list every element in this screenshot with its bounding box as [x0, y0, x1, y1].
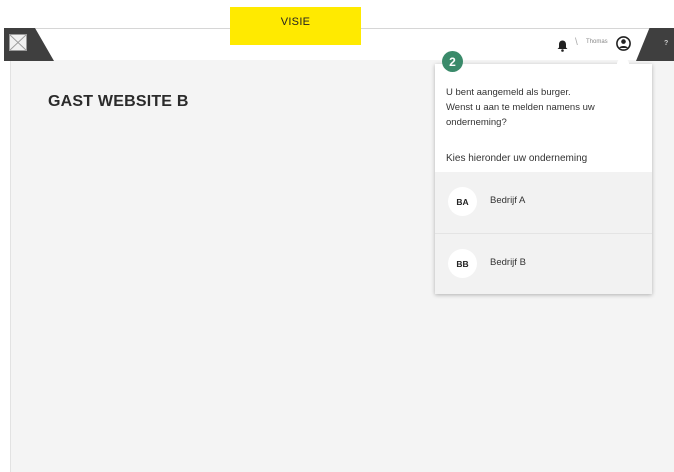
help-button[interactable]: ? — [636, 28, 674, 61]
logo-area[interactable] — [4, 28, 54, 61]
visie-banner[interactable]: VISIE — [230, 7, 361, 45]
popup-message-line: U bent aangemeld als burger. — [446, 87, 571, 98]
help-label: ? — [664, 40, 669, 47]
image-placeholder-icon — [9, 34, 27, 51]
choose-company-label: Kies hieronder uw onderneming — [446, 153, 588, 164]
company-list: BA Bedrijf A BB Bedrijf B — [435, 172, 652, 294]
page-title: GAST WEBSITE B — [48, 93, 189, 110]
popup-caret — [617, 58, 629, 70]
company-avatar: BB — [448, 249, 477, 278]
header-separator: \ — [575, 37, 578, 48]
step-badge: 2 — [442, 51, 463, 72]
username[interactable]: Thomas — [586, 39, 608, 45]
user-circle-icon[interactable] — [616, 36, 631, 51]
company-name: Bedrijf A — [490, 195, 526, 206]
company-item-bedrijf-b[interactable]: BB Bedrijf B — [435, 233, 652, 294]
bell-icon[interactable] — [557, 39, 568, 52]
company-name: Bedrijf B — [490, 257, 526, 268]
visie-label: VISIE — [280, 16, 311, 28]
company-avatar: BA — [448, 187, 477, 216]
company-selection-popup: U bent aangemeld als burger. Wenst u aan… — [435, 64, 652, 294]
popup-message-line: onderneming? — [446, 117, 507, 128]
company-item-bedrijf-a[interactable]: BA Bedrijf A — [435, 172, 652, 233]
popup-message-line: Wenst u aan te melden namens uw — [446, 102, 595, 113]
popup-message: U bent aangemeld als burger. Wenst u aan… — [446, 85, 646, 130]
